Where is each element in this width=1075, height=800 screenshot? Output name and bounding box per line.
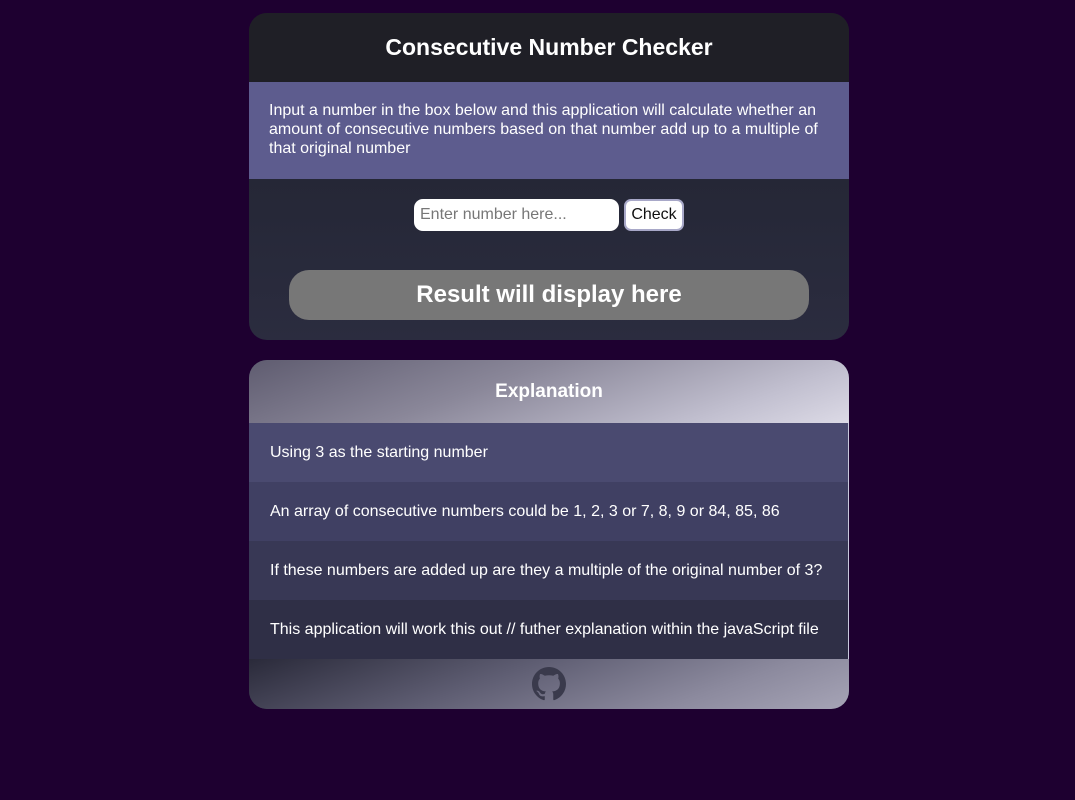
explanation-title: Explanation [249, 360, 849, 423]
intro-text: Input a number in the box below and this… [249, 82, 849, 179]
check-button[interactable]: Check [624, 199, 684, 231]
page-title: Consecutive Number Checker [249, 13, 849, 82]
explanation-row: Using 3 as the starting number [249, 423, 849, 482]
result-display: Result will display here [289, 270, 809, 320]
github-icon[interactable] [532, 667, 566, 701]
number-input[interactable] [414, 199, 619, 231]
explanation-footer [249, 659, 849, 709]
explanation-card: Explanation Using 3 as the starting numb… [249, 360, 849, 709]
check-form: Check [249, 179, 849, 251]
explanation-row: An array of consecutive numbers could be… [249, 482, 849, 541]
checker-card: Consecutive Number Checker Input a numbe… [249, 13, 849, 340]
explanation-row: If these numbers are added up are they a… [249, 541, 849, 600]
explanation-row: This application will work this out // f… [249, 600, 849, 659]
